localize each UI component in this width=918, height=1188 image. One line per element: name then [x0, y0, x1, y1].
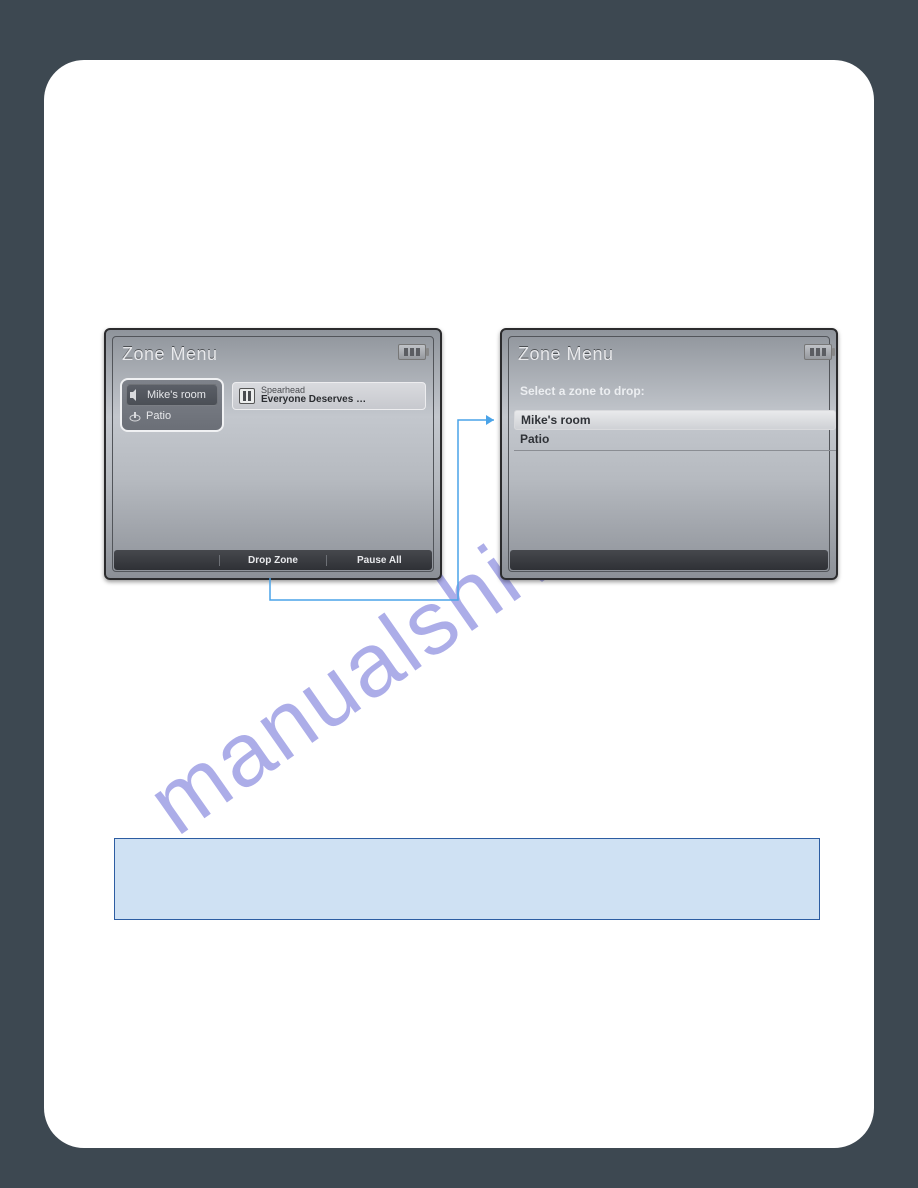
softkey-pause-all[interactable]: Pause All	[326, 555, 432, 566]
screen-title: Zone Menu	[122, 344, 218, 365]
list-divider	[514, 450, 836, 451]
device-frame	[508, 336, 830, 572]
drop-zone-prompt: Select a zone to drop:	[520, 384, 645, 398]
zone-row-label: Mike's room	[147, 389, 206, 401]
softkey-bar	[510, 550, 828, 570]
speaker-icon	[129, 389, 143, 401]
speaker-icon	[128, 410, 142, 422]
softkey-bar: Drop Zone Pause All	[114, 550, 432, 570]
drop-zone-item-mikes-room[interactable]: Mike's room	[514, 410, 836, 430]
zone-group-box[interactable]: Mike's room Patio	[120, 378, 224, 432]
drop-zone-list: Mike's room Patio	[514, 410, 836, 451]
softkey-drop-zone[interactable]: Drop Zone	[219, 555, 325, 566]
device-drop-zone-select: Zone Menu Select a zone to drop: Mike's …	[500, 328, 838, 580]
screen-title: Zone Menu	[518, 344, 614, 365]
drop-zone-item-patio[interactable]: Patio	[514, 430, 836, 448]
manual-page: manualshive.com Zone Menu Mike's room	[44, 60, 874, 1148]
battery-icon	[804, 344, 832, 360]
pause-icon	[239, 388, 255, 404]
zone-row-patio[interactable]: Patio	[126, 406, 218, 426]
device-zone-menu: Zone Menu Mike's room Patio	[104, 328, 442, 580]
track-title: Everyone Deserves …	[261, 395, 366, 406]
now-playing-tile[interactable]: Spearhead Everyone Deserves …	[232, 382, 426, 410]
zone-row-mikes-room[interactable]: Mike's room	[126, 384, 218, 406]
note-callout	[114, 838, 820, 920]
zone-row-label: Patio	[146, 410, 171, 422]
device-frame	[112, 336, 434, 572]
battery-icon	[398, 344, 426, 360]
